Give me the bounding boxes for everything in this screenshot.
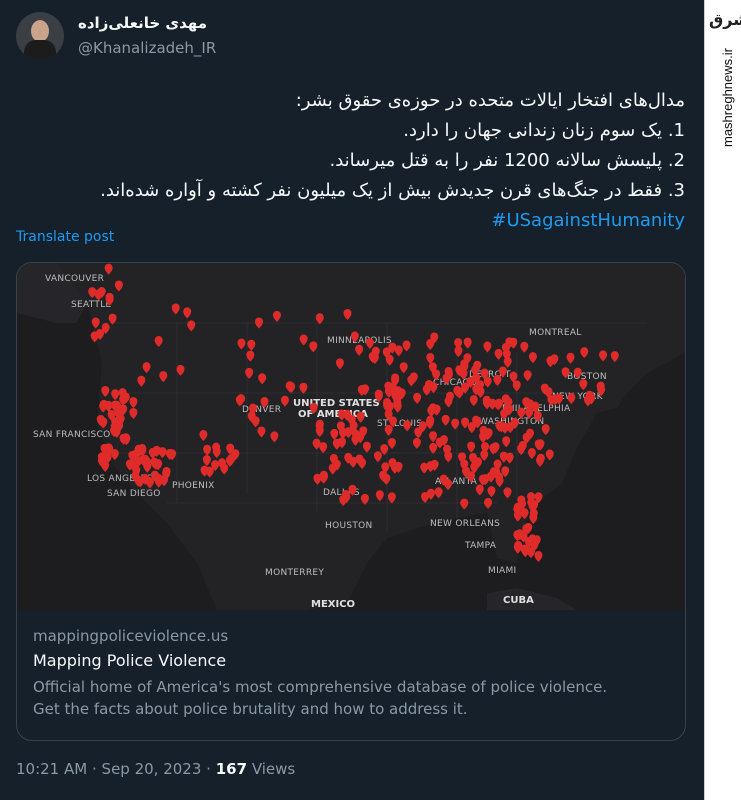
card-title: Mapping Police Violence: [33, 651, 227, 670]
tweet-text: مدال‌های افتخار ایالات متحده در حوزه‌ی ح…: [16, 86, 685, 236]
map-label-miami: MIAMI: [488, 566, 517, 576]
link-card[interactable]: VANCOUVER SEATTLE MINNEAPOLIS MONTREAL B…: [16, 262, 686, 741]
tweet-line: 1. یک سوم زنان زندانی جهان را دارد.: [403, 120, 685, 141]
map-label-mexico: MEXICO: [311, 599, 355, 610]
views-count: 167: [215, 760, 248, 778]
map-label-cuba: CUBA: [503, 595, 534, 606]
map-label-monterrey: MONTERREY: [265, 568, 324, 578]
watermark-strip: مشرق mashreghnews.ir: [704, 0, 741, 800]
watermark-site: mashreghnews.ir: [720, 48, 735, 147]
tweet-time[interactable]: 10:21 AM: [16, 760, 87, 778]
map-label-phoenix: PHOENIX: [172, 481, 215, 491]
map-label-united-states: UNITED STATES: [293, 398, 380, 409]
card-description-line: Official home of America's most comprehe…: [33, 678, 608, 696]
avatar[interactable]: [16, 12, 64, 60]
map-label-san-diego: SAN DIEGO: [107, 489, 161, 499]
tweet-line: 3. فقط در جنگ‌های قرن جدیدش بیش از یک می…: [100, 180, 685, 201]
map-label-houston: HOUSTON: [325, 521, 373, 531]
tweet-line: مدال‌های افتخار ایالات متحده در حوزه‌ی ح…: [295, 90, 685, 111]
map-label-montreal: MONTREAL: [529, 328, 582, 338]
map-label-new-orleans: NEW ORLEANS: [430, 519, 500, 529]
author-name[interactable]: مهدی خانعلی‌زاده: [78, 14, 207, 32]
author-handle[interactable]: @Khanalizadeh_IR: [78, 39, 216, 57]
hashtag-link[interactable]: #USagainstHumanity: [16, 206, 685, 236]
map-label-denver: DENVER: [242, 405, 281, 415]
tweet-date[interactable]: Sep 20, 2023: [102, 760, 202, 778]
watermark-logo: مشرق: [709, 10, 741, 29]
meta-separator: ·: [206, 760, 211, 778]
map-label-seattle: SEATTLE: [71, 300, 112, 310]
tweet-line: 2. پلیسش سالانه 1200 نفر را به قتل میرسا…: [329, 150, 686, 171]
map-label-san-francisco: SAN FRANCISCO: [33, 430, 111, 440]
card-description: Official home of America's most comprehe…: [33, 676, 673, 720]
card-info: mappingpoliceviolence.us Mapping Police …: [33, 627, 673, 720]
map-label-vancouver: VANCOUVER: [45, 274, 104, 284]
tweet-meta: 10:21 AM · Sep 20, 2023 · 167 Views: [16, 760, 295, 778]
card-domain: mappingpoliceviolence.us: [33, 627, 229, 645]
translate-post-link[interactable]: Translate post: [16, 229, 114, 245]
map-label-minneapolis: MINNEAPOLIS: [327, 336, 392, 346]
meta-separator: ·: [91, 760, 97, 778]
card-description-line: Get the facts about police brutality and…: [33, 700, 468, 718]
map-label-st-louis: ST. LOUIS: [377, 419, 422, 429]
views-label: Views: [251, 760, 296, 778]
map-label-boston: BOSTON: [567, 372, 607, 382]
map-label-tampa: TAMPA: [464, 541, 497, 551]
police-violence-map: VANCOUVER SEATTLE MINNEAPOLIS MONTREAL B…: [17, 263, 685, 610]
